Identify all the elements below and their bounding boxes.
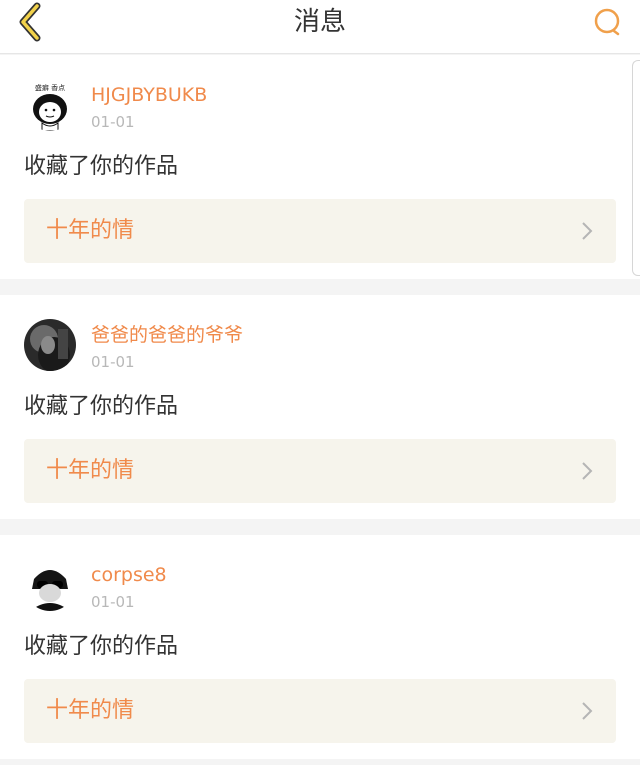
username[interactable]: HJGJBYBUKB — [91, 82, 207, 108]
chevron-right-icon — [582, 222, 593, 240]
action-text: 收藏了你的作品 — [24, 634, 179, 659]
search-icon — [594, 8, 620, 36]
username[interactable]: corpse8 — [91, 562, 167, 588]
work-link[interactable]: 十年的情 — [24, 439, 616, 503]
message-date: 01-01 — [91, 593, 135, 611]
work-title: 十年的情 — [46, 218, 135, 243]
photo-avatar-image — [24, 559, 76, 611]
work-link[interactable]: 十年的情 — [24, 199, 616, 263]
avatar[interactable]: 盛癖 香点 — [24, 79, 76, 131]
message-list: 盛癖 香点 HJGJBYBUKB 01-01 收藏了你的作品 十年的情 爸爸的爸… — [0, 55, 640, 759]
avatar-caption: 盛癖 香点 — [35, 83, 65, 92]
username[interactable]: 爸爸的爸爸的爷爷 — [91, 322, 243, 348]
message-card: 盛癖 香点 HJGJBYBUKB 01-01 收藏了你的作品 十年的情 — [0, 55, 640, 279]
page-title: 消息 — [293, 7, 346, 37]
work-title: 十年的情 — [46, 698, 135, 723]
avatar[interactable] — [24, 319, 76, 371]
message-card: 爸爸的爸爸的爷爷 01-01 收藏了你的作品 十年的情 — [0, 295, 640, 519]
message-date: 01-01 — [91, 113, 135, 131]
app-header: 消息 — [0, 0, 640, 54]
scroll-indicator[interactable] — [632, 60, 640, 276]
chevron-right-icon — [582, 462, 593, 480]
chevron-right-icon — [582, 702, 593, 720]
action-text: 收藏了你的作品 — [24, 154, 179, 179]
work-title: 十年的情 — [46, 458, 135, 483]
search-button[interactable] — [588, 2, 628, 42]
avatar[interactable] — [24, 559, 76, 611]
photo-avatar-image — [24, 319, 76, 371]
work-link[interactable]: 十年的情 — [24, 679, 616, 743]
message-date: 01-01 — [91, 353, 135, 371]
action-text: 收藏了你的作品 — [24, 394, 179, 419]
meme-avatar-image: 盛癖 香点 — [24, 79, 76, 131]
message-card: corpse8 01-01 收藏了你的作品 十年的情 — [0, 535, 640, 759]
